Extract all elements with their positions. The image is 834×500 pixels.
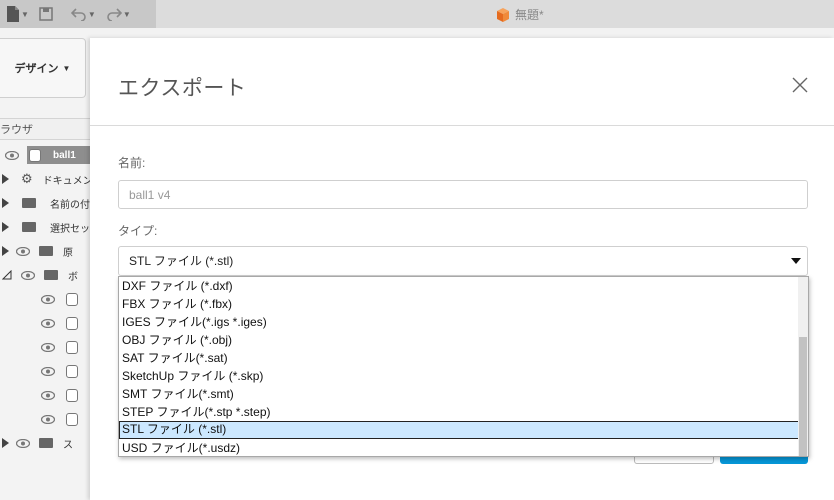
body-icon: [66, 364, 78, 378]
save-icon: [39, 7, 53, 21]
tree-item-label: ball1: [53, 149, 76, 161]
type-option[interactable]: SMT ファイル(*.smt): [119, 386, 799, 404]
type-option[interactable]: OBJ ファイル (*.obj): [119, 332, 799, 350]
file-menu-button[interactable]: ▼: [6, 6, 35, 22]
type-option[interactable]: SAT ファイル(*.sat): [119, 350, 799, 368]
export-button[interactable]: [720, 456, 808, 464]
eye-icon[interactable]: [41, 318, 55, 328]
type-dropdown-list: DXF ファイル (*.dxf) FBX ファイル (*.fbx) IGES フ…: [118, 276, 809, 457]
scrollbar-thumb[interactable]: [799, 337, 807, 456]
browser-header: ラウザ: [0, 118, 90, 140]
type-option[interactable]: DXF ファイル (*.dxf): [119, 278, 799, 296]
type-option[interactable]: USD ファイル(*.usdz): [119, 440, 799, 456]
document-title-text: 無題*: [515, 8, 544, 22]
eye-icon[interactable]: [16, 246, 30, 256]
save-button[interactable]: [39, 7, 53, 21]
type-select[interactable]: STL ファイル (*.stl): [118, 246, 808, 276]
collapse-icon[interactable]: [2, 270, 12, 280]
tree-row-bodies[interactable]: ボ: [0, 264, 90, 286]
type-option[interactable]: STEP ファイル(*.stp *.step): [119, 404, 799, 422]
tree-item-label: ボ: [68, 271, 78, 283]
tree-item-ball1[interactable]: ball1: [27, 146, 90, 164]
file-icon: [7, 6, 19, 22]
expand-icon[interactable]: [2, 198, 9, 208]
type-option-selected[interactable]: STL ファイル (*.stl): [119, 421, 799, 439]
folder-icon: [39, 438, 53, 448]
workspace-label: デザイン: [14, 63, 59, 75]
chevron-down-icon: ▼: [62, 63, 71, 73]
redo-button[interactable]: ▼: [106, 7, 137, 21]
redo-icon: [107, 8, 122, 21]
body-icon: [66, 340, 78, 354]
expand-icon[interactable]: [2, 222, 9, 232]
undo-icon: [70, 8, 86, 21]
folder-icon: [39, 246, 53, 256]
body-icon: [66, 412, 78, 426]
left-panel: デザイン ▼ ラウザ ball1 ⚙ ドキュメン 名前の付 選択セッ 原 ボ ス: [0, 28, 90, 500]
tree-row-body[interactable]: [0, 336, 90, 358]
eye-icon[interactable]: [41, 414, 55, 424]
name-label: 名前:: [118, 156, 146, 170]
eye-icon[interactable]: [41, 366, 55, 376]
eye-icon[interactable]: [41, 342, 55, 352]
expand-icon[interactable]: [2, 438, 9, 448]
folder-icon: [22, 198, 36, 208]
type-option[interactable]: SketchUp ファイル (*.skp): [119, 368, 799, 386]
tree-row-body[interactable]: [0, 312, 90, 334]
chevron-down-icon: ▼: [87, 9, 96, 19]
tree-row-origin[interactable]: 原: [0, 240, 90, 262]
folder-icon: [44, 270, 58, 280]
body-icon: [66, 388, 78, 402]
dropdown-scrollbar[interactable]: [798, 277, 808, 456]
eye-icon[interactable]: [41, 390, 55, 400]
app-toolbar: ▼ ▼ ▼ 無題*: [0, 0, 834, 28]
body-icon: [29, 148, 41, 162]
folder-icon: [22, 222, 36, 232]
name-input[interactable]: [118, 180, 808, 209]
expand-icon[interactable]: [2, 174, 9, 184]
workspace-switcher[interactable]: デザイン ▼: [0, 38, 86, 98]
tree-item-label: 原: [63, 247, 73, 259]
tree-row-named-views[interactable]: 名前の付: [0, 192, 90, 214]
chevron-down-icon: ▼: [21, 9, 29, 19]
ribbon-tabs-background: [90, 28, 834, 38]
tree-item-label: ドキュメン: [42, 175, 90, 187]
tree-row-body[interactable]: [0, 408, 90, 430]
close-icon[interactable]: [790, 75, 810, 95]
type-select-value: STL ファイル (*.stl): [129, 254, 234, 268]
chevron-down-icon: [791, 258, 801, 264]
chevron-down-icon: ▼: [122, 9, 131, 19]
cancel-button[interactable]: [634, 456, 714, 464]
dialog-header: エクスポート: [90, 38, 834, 126]
quick-access-toolbar: ▼ ▼ ▼: [0, 0, 156, 28]
tree-row-body[interactable]: [0, 384, 90, 406]
type-option[interactable]: IGES ファイル(*.igs *.iges): [119, 314, 799, 332]
eye-icon[interactable]: [16, 438, 30, 448]
tree-item-label: ス: [63, 439, 73, 451]
type-label: タイプ:: [118, 224, 158, 238]
eye-icon[interactable]: [5, 150, 19, 160]
tree-row-sketches[interactable]: ス: [0, 432, 90, 454]
document-title: 無題*: [496, 6, 544, 23]
type-option[interactable]: FBX ファイル (*.fbx): [119, 296, 799, 314]
tree-item-label: 名前の付: [50, 199, 90, 211]
tree-row-root[interactable]: ball1: [0, 144, 90, 166]
gear-icon: ⚙: [21, 171, 33, 186]
tree-item-label: 選択セッ: [50, 223, 90, 235]
tree-row-selection-sets[interactable]: 選択セッ: [0, 216, 90, 238]
tree-row-body[interactable]: [0, 360, 90, 382]
expand-icon[interactable]: [2, 246, 9, 256]
body-icon: [66, 316, 78, 330]
tree-row-document-settings[interactable]: ⚙ ドキュメン: [0, 168, 90, 190]
undo-button[interactable]: ▼: [70, 7, 102, 21]
dialog-title: エクスポート: [118, 77, 247, 100]
tree-row-body[interactable]: [0, 288, 90, 310]
cube-icon: [497, 7, 509, 22]
eye-icon[interactable]: [21, 270, 35, 280]
body-icon: [66, 292, 78, 306]
eye-icon[interactable]: [41, 294, 55, 304]
